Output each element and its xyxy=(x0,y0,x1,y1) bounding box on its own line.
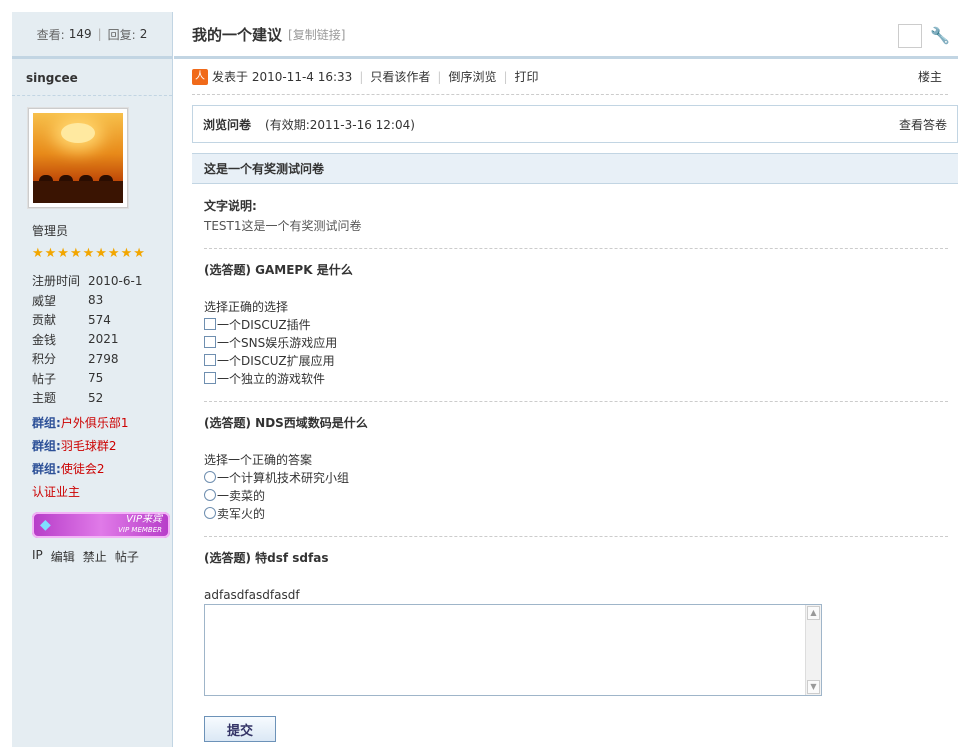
replies-count: 2 xyxy=(139,27,148,41)
title-tools: 🔧 xyxy=(898,24,950,48)
scrollbar[interactable]: ▲ ▼ xyxy=(805,605,821,695)
survey-body: 文字说明: TEST1这是一个有奖测试问卷 (选答题) GAMEPK 是什么 选… xyxy=(204,197,948,742)
survey-header: 浏览问卷 (有效期:2011-3-16 12:04) 查看答卷 xyxy=(192,105,958,143)
radio-option[interactable]: 卖军火的 xyxy=(204,504,948,522)
edit-link[interactable]: 编辑 xyxy=(51,548,75,565)
user-stats: 注册时间 2010-6-1 威望 83 贡献 574 金钱 2021 积分 2798 帖子… xyxy=(32,271,172,408)
group-link[interactable]: 群组:户外俱乐部1 xyxy=(32,414,172,431)
author-sidebar: 查看: 149 | 回复: 2 singcee 管理员 ★★★★★★★★★ 注册… xyxy=(12,12,173,747)
group-link[interactable]: 群组:羽毛球群2 xyxy=(32,437,172,454)
thread-title-bar: 我的一个建议 [复制链接] xyxy=(174,12,958,59)
group-link[interactable]: 群组:使徒会2 xyxy=(32,460,172,477)
radio[interactable] xyxy=(204,471,216,483)
checkbox[interactable] xyxy=(204,372,216,384)
copy-link[interactable]: [复制链接] xyxy=(288,26,345,43)
avatar[interactable] xyxy=(28,108,128,208)
description-text: TEST1这是一个有奖测试问卷 xyxy=(204,219,362,233)
user-role: 管理员 xyxy=(32,224,69,238)
question-prompt: 选择一个正确的答案 xyxy=(204,453,313,467)
submit-button[interactable]: 提交 xyxy=(204,716,276,742)
stat-row: 注册时间 2010-6-1 xyxy=(32,273,143,289)
question-title: (选答题) GAMEPK 是什么 xyxy=(204,263,353,277)
vip-medal: ◆ VIP来宾 VIP MEMBER xyxy=(32,511,170,538)
stat-row: 帖子 75 xyxy=(32,371,104,386)
diamond-icon: ◆ xyxy=(40,516,51,533)
checkbox[interactable] xyxy=(204,318,216,330)
survey-heading: 浏览问卷 xyxy=(203,117,252,132)
ip-link[interactable]: IP xyxy=(32,548,43,565)
answer-textarea[interactable]: ▲ ▼ xyxy=(204,604,822,696)
thread-title: 我的一个建议 xyxy=(192,25,283,44)
posts-link[interactable]: 帖子 xyxy=(115,548,139,565)
thread-stats: 查看: 149 | 回复: 2 xyxy=(12,12,172,59)
checkbox-option[interactable]: 一个SNS娱乐游戏应用 xyxy=(204,333,948,351)
radio[interactable] xyxy=(204,489,216,501)
avatar-image xyxy=(33,113,123,203)
print-link[interactable]: 打印 xyxy=(515,68,539,85)
ban-link[interactable]: 禁止 xyxy=(83,548,107,565)
post-time: 发表于 2010-11-4 16:33 xyxy=(212,70,353,84)
checkbox[interactable] xyxy=(204,354,216,366)
question-title: (选答题) NDS西域数码是什么 xyxy=(204,416,368,430)
views-label: 查看: xyxy=(36,27,65,42)
checkbox-option[interactable]: 一个DISCUZ扩展应用 xyxy=(204,351,948,369)
radio-option[interactable]: 一个计算机技术研究小组 xyxy=(204,468,948,486)
page: 查看: 149 | 回复: 2 singcee 管理员 ★★★★★★★★★ 注册… xyxy=(0,0,958,747)
checkbox-option[interactable]: 一个DISCUZ插件 xyxy=(204,315,948,333)
checkbox-option[interactable]: 一个独立的游戏软件 xyxy=(204,369,948,387)
stat-row: 主题 52 xyxy=(32,390,104,406)
author-username[interactable]: singcee xyxy=(12,59,172,96)
view-answers-link[interactable]: 查看答卷 xyxy=(899,116,947,133)
wrench-icon[interactable]: 🔧 xyxy=(930,27,950,45)
question-prompt: adfasdfasdfasdf xyxy=(204,588,300,602)
radio[interactable] xyxy=(204,507,216,519)
radio-option[interactable]: 一卖菜的 xyxy=(204,486,948,504)
certified-badge: 认证业主 xyxy=(32,484,81,499)
description-label: 文字说明: xyxy=(204,199,257,213)
replies-label: 回复: xyxy=(107,27,136,42)
survey-validity: (有效期:2011-3-16 12:04) xyxy=(265,117,415,132)
survey-title: 这是一个有奖测试问卷 xyxy=(192,153,958,184)
post-main: 我的一个建议 [复制链接] 🔧 人 发表于 2010-11-4 16:33 | … xyxy=(174,12,958,747)
checkbox[interactable] xyxy=(204,336,216,348)
user-icon: 人 xyxy=(192,68,208,85)
stat-row: 金钱 2021 xyxy=(32,332,119,347)
scroll-up-icon[interactable]: ▲ xyxy=(807,606,820,620)
reverse-order-link[interactable]: 倒序浏览 xyxy=(448,68,496,85)
only-author-link[interactable]: 只看该作者 xyxy=(370,68,430,85)
admin-links: IP 编辑 禁止 帖子 xyxy=(32,548,172,565)
rank-stars-icon: ★★★★★★★★★ xyxy=(32,246,146,261)
divider: | xyxy=(97,27,102,41)
scroll-down-icon[interactable]: ▼ xyxy=(807,680,820,694)
post-info-bar: 人 发表于 2010-11-4 16:33 | 只看该作者 | 倒序浏览 | 打… xyxy=(192,59,948,95)
stat-row: 威望 83 xyxy=(32,293,104,308)
fontsize-toggle[interactable] xyxy=(898,24,922,48)
question-title: (选答题) 特dsf sdfas xyxy=(204,551,329,565)
stat-row: 积分 2798 xyxy=(32,351,119,367)
views-count: 149 xyxy=(68,27,92,41)
stat-row: 贡献 574 xyxy=(32,312,111,328)
floor-label[interactable]: 楼主 xyxy=(918,68,942,85)
question-prompt: 选择正确的选择 xyxy=(204,300,289,314)
